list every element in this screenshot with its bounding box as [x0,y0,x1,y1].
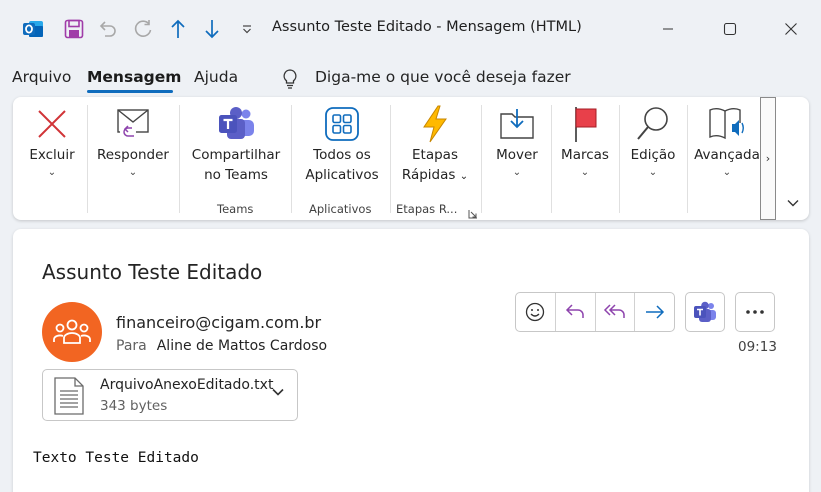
reply-all-arrow-icon [603,304,625,318]
smiley-icon [526,302,545,322]
emoji-reaction-button[interactable] [516,293,556,331]
more-actions-button[interactable] [735,292,775,332]
all-apps-label-2: Aplicativos [305,167,379,183]
teams-icon [694,301,716,322]
group-label-apps: Aplicativos [309,202,372,216]
tags-button[interactable]: Marcas ⌄ [557,103,613,199]
undo-icon[interactable] [96,18,120,40]
close-window-button[interactable] [771,12,811,46]
outlook-icon [21,18,45,40]
chevron-down-icon: ⌄ [648,167,658,178]
read-aloud-icon [707,103,747,145]
reply-arrow-icon [566,304,584,318]
menu-bar: Arquivo Mensagem Ajuda Diga-me o que voc… [0,60,821,94]
forward-action-button[interactable] [635,293,674,331]
reading-pane: Assunto Teste Editado financeiro@cigam.c… [13,229,809,492]
recipient-name[interactable]: Aline de Mattos Cardoso [157,338,327,354]
active-tab-indicator [87,90,173,93]
chevron-down-icon: ⌄ [128,167,138,178]
reply-action-button[interactable] [556,293,596,331]
all-apps-label-1: Todos os [313,147,371,163]
ribbon-separator [481,105,482,213]
next-item-icon[interactable] [200,18,224,40]
share-teams-label-2: no Teams [204,167,268,183]
message-actions-group [515,292,675,332]
ribbon-separator [179,105,180,213]
move-label: Mover [496,147,538,163]
chevron-down-icon: ⌄ [722,167,732,178]
tags-label: Marcas [561,147,609,163]
ribbon-scroll-right-button[interactable]: › [760,97,776,220]
ribbon-separator [390,105,391,213]
ribbon: Excluir ⌄ Responder ⌄ Compartilhar no Te… [13,97,809,220]
lightning-icon [420,103,450,145]
flag-icon [570,103,600,145]
tell-me-search[interactable]: Diga-me o que você deseja fazer [315,68,571,86]
delete-x-icon [36,103,68,145]
chevron-down-icon: ⌄ [512,167,522,178]
quick-steps-button[interactable]: Etapas Rápidas ⌄ [395,103,475,199]
editing-button[interactable]: Edição ⌄ [625,103,681,199]
teams-chat-button[interactable] [685,292,725,332]
ribbon-separator [551,105,552,213]
save-icon[interactable] [62,18,86,40]
tab-mensagem[interactable]: Mensagem [87,68,181,86]
attachment-name: ArquivoAnexoEditado.txt [100,377,274,393]
attachment-size: 343 bytes [100,398,168,414]
message-body: Texto Teste Editado [33,450,199,466]
share-teams-label-1: Compartilhar [191,147,281,163]
reply-button[interactable]: Responder ⌄ [93,103,173,199]
tab-ajuda[interactable]: Ajuda [194,68,238,86]
lightbulb-icon[interactable] [280,68,300,94]
redo-icon[interactable] [130,18,156,40]
reply-all-action-button[interactable] [596,293,636,331]
recipients-row: Para Aline de Mattos Cardoso [116,338,327,354]
group-label-quick-steps: Etapas R... [396,202,458,216]
more-dots-icon [746,310,764,314]
message-subject: Assunto Teste Editado [42,260,263,284]
text-file-icon [53,377,85,419]
dialog-launcher-icon[interactable] [468,204,478,223]
received-time: 09:13 [738,339,777,355]
reply-mail-icon [114,103,152,145]
all-apps-button[interactable]: Todos os Aplicativos [297,103,387,199]
apps-grid-icon [324,103,360,145]
title-bar: Assunto Teste Editado - Mensagem (HTML) [0,0,821,58]
advanced-button[interactable]: Avançada ⌄ [694,103,760,199]
editing-label: Edição [630,147,676,163]
customize-quick-access-icon[interactable] [238,18,256,40]
quick-steps-label-1: Etapas [412,147,458,163]
sender-address[interactable]: financeiro@cigam.com.br [116,313,321,332]
ribbon-separator [87,105,88,213]
delete-label: Excluir [29,147,75,163]
search-icon [635,103,671,145]
quick-steps-label-2: Rápidas ⌄ [401,167,469,183]
move-button[interactable]: Mover ⌄ [487,103,547,199]
tab-arquivo[interactable]: Arquivo [12,68,71,86]
chevron-down-icon: ⌄ [580,167,590,178]
chevron-down-icon: ⌄ [47,167,57,178]
teams-share-icon [216,103,256,145]
window-title: Assunto Teste Editado - Mensagem (HTML) [272,19,582,35]
advanced-label: Avançada [694,147,760,163]
forward-arrow-icon [645,305,664,319]
ribbon-separator [291,105,292,213]
minimize-button[interactable] [648,12,688,46]
previous-item-icon[interactable] [166,18,190,40]
maximize-button[interactable] [710,12,750,46]
ribbon-separator [619,105,620,213]
ribbon-separator [687,105,688,213]
to-label: Para [116,338,147,354]
attachment-options-chevron-icon[interactable] [271,384,285,403]
delete-button[interactable]: Excluir ⌄ [21,103,83,199]
reply-label: Responder [97,147,169,163]
share-to-teams-button[interactable]: Compartilhar no Teams [185,103,287,199]
attachment-card[interactable]: ArquivoAnexoEditado.txt 343 bytes [42,369,298,421]
ribbon-options-chevron-icon[interactable] [783,193,803,213]
group-label-teams: Teams [217,202,254,216]
avatar [42,302,102,362]
move-folder-icon [498,103,536,145]
group-people-icon [53,319,91,344]
